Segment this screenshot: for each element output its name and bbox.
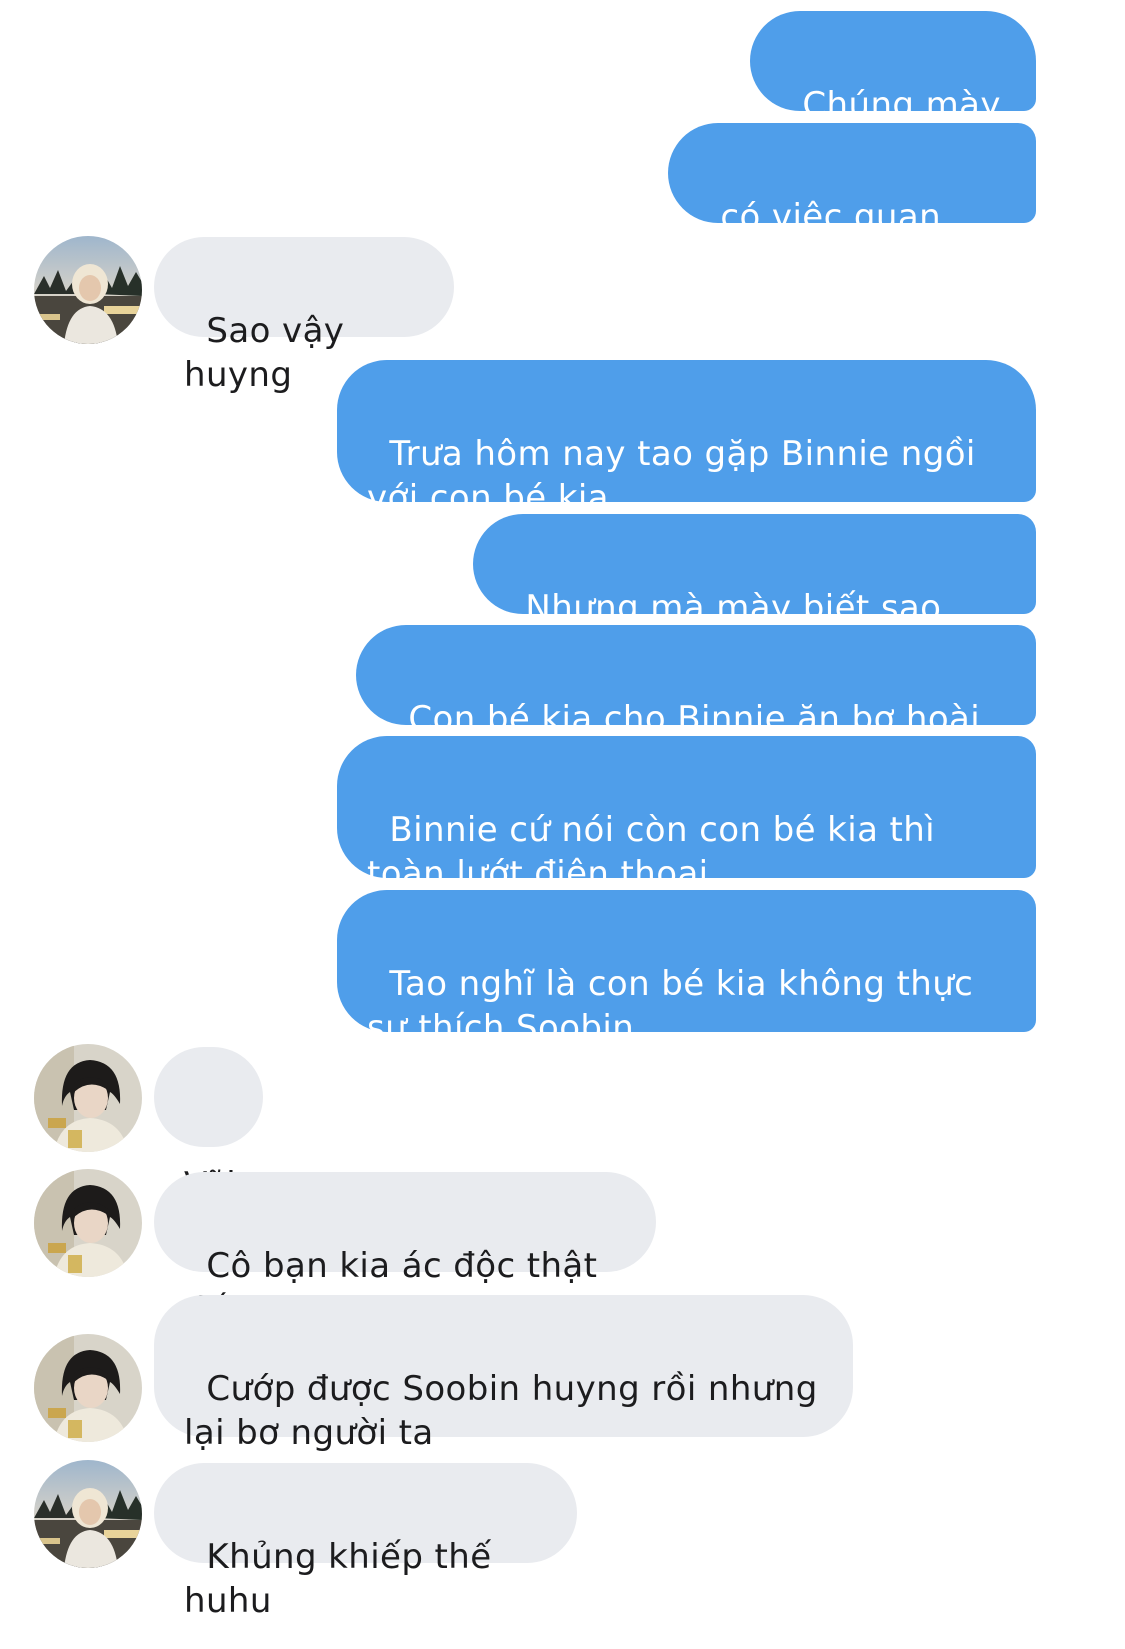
avatar-blonde-image	[34, 236, 142, 344]
message-bubble-incoming[interactable]: Sao vậy huyng	[154, 237, 454, 395]
message-bubble-incoming[interactable]: Cướp được Soobin huyng rồi nhưng lại bơ …	[154, 1295, 853, 1453]
avatar-dark-hair-image	[34, 1169, 142, 1277]
message-text: Sao vậy huyng	[184, 311, 356, 395]
avatar-dark-hair[interactable]	[34, 1044, 142, 1152]
message-bubble-outgoing[interactable]: Binnie cứ nói còn con bé kia thì toàn lư…	[337, 736, 1036, 894]
message-bubble-incoming[interactable]: Khủng khiếp thế huhu	[154, 1463, 577, 1621]
message-text: Tao nghĩ là con bé kia không thực sự thí…	[367, 964, 985, 1048]
message-bubble-outgoing[interactable]: Chúng mày ơi	[750, 11, 1036, 169]
message-text: Trưa hôm nay tao gặp Binnie ngồi với con…	[367, 434, 987, 518]
message-text: Khủng khiếp thế huhu	[184, 1537, 503, 1621]
message-bubble-outgoing[interactable]: Trưa hôm nay tao gặp Binnie ngồi với con…	[337, 360, 1036, 518]
avatar-dark-hair[interactable]	[34, 1169, 142, 1277]
message-bubble-outgoing[interactable]: Tao nghĩ là con bé kia không thực sự thí…	[337, 890, 1036, 1048]
message-bubble-incoming[interactable]: Vãi	[154, 1047, 263, 1205]
avatar-dark-hair[interactable]	[34, 1334, 142, 1442]
message-bubble-outgoing[interactable]: có việc quan trọng	[668, 123, 1036, 281]
message-text: Cướp được Soobin huyng rồi nhưng lại bơ …	[184, 1369, 829, 1453]
avatar-dark-hair-image	[34, 1044, 142, 1152]
message-text: Binnie cứ nói còn con bé kia thì toàn lư…	[367, 810, 947, 894]
avatar-blonde[interactable]	[34, 236, 142, 344]
avatar-dark-hair-image	[34, 1334, 142, 1442]
message-text: có việc quan trọng	[698, 197, 953, 281]
avatar-blonde[interactable]	[34, 1460, 142, 1568]
message-bubble-outgoing[interactable]: Con bé kia cho Binnie ăn bơ hoài luôn	[356, 625, 1036, 783]
message-bubble-outgoing[interactable]: Nhưng mà mày biết sao không	[473, 514, 1036, 672]
message-bubble-incoming[interactable]: Cô bạn kia ác độc thật đấy	[154, 1172, 656, 1330]
avatar-blonde-image	[34, 1460, 142, 1568]
